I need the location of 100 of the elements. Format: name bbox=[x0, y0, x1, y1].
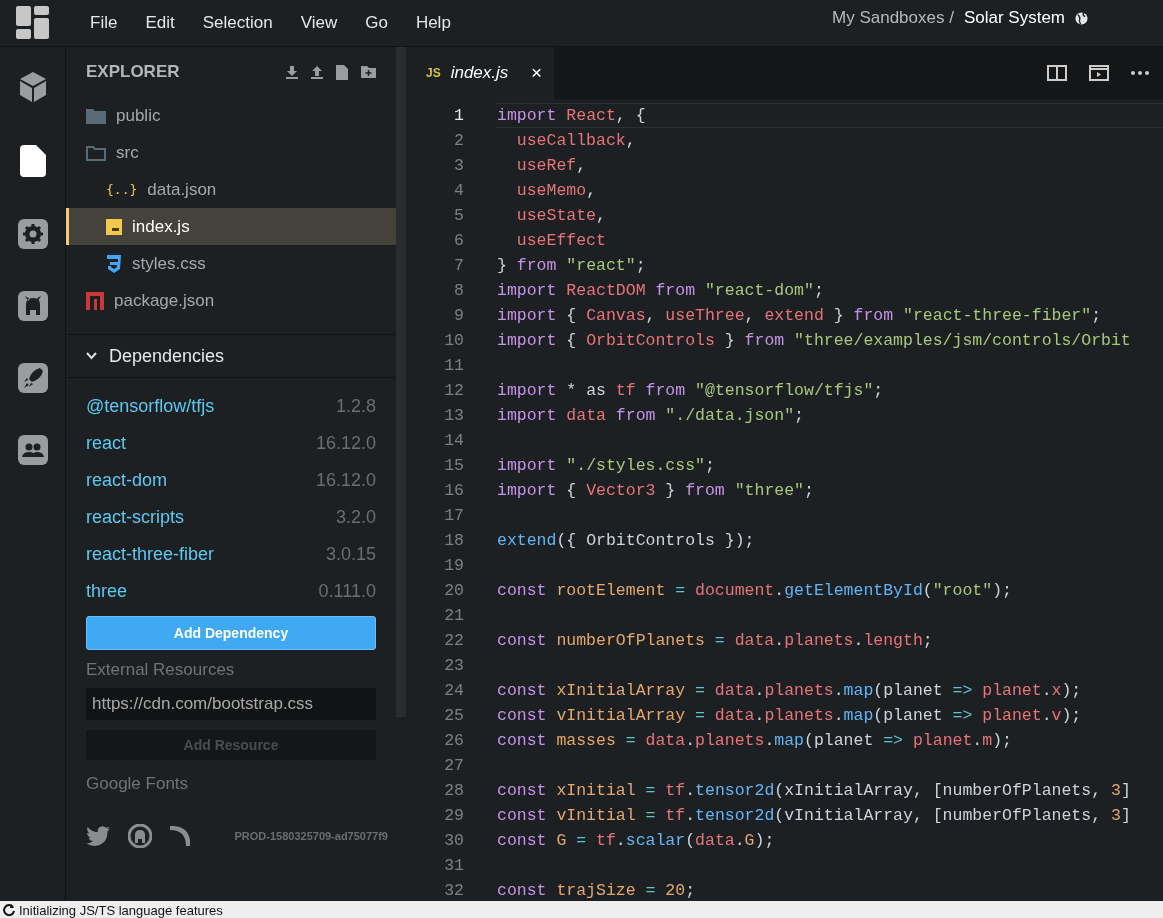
line-number: 10 bbox=[443, 329, 464, 352]
line-number: 22 bbox=[443, 629, 464, 652]
code-line: const vInitial = tf.tensor2d(vInitialArray, [numberOfPlanets, 3] bbox=[497, 804, 1132, 827]
people-icon[interactable] bbox=[17, 435, 48, 465]
line-number: 20 bbox=[443, 579, 464, 602]
code-line: import ReactDOM from "react-dom"; bbox=[497, 279, 825, 302]
line-number: 28 bbox=[443, 779, 464, 802]
line-number: 19 bbox=[443, 554, 464, 577]
editor-tab[interactable]: JS index.js × bbox=[406, 47, 554, 99]
code-line: useCallback, bbox=[515, 129, 637, 152]
line-number: 6 bbox=[453, 229, 464, 252]
line-number: 27 bbox=[443, 754, 464, 777]
file-tree-item[interactable]: public bbox=[66, 97, 396, 134]
line-number: 8 bbox=[453, 279, 464, 302]
file-tree-item[interactable]: package.json bbox=[66, 282, 396, 319]
line-number: 29 bbox=[443, 804, 464, 827]
line-number: 12 bbox=[443, 379, 464, 402]
file-tree-item[interactable]: styles.css bbox=[66, 245, 396, 282]
code-line: import { Canvas, useThree, extend } from "react-three-fiber"; bbox=[497, 304, 1103, 327]
split-view-icon[interactable] bbox=[1047, 64, 1067, 81]
version-label: PROD-1580325709-ad75077f9 bbox=[234, 830, 388, 842]
dependency-version: 1.2.8 bbox=[335, 396, 376, 417]
code-line: const xInitial = tf.tensor2d(xInitialArray, [numberOfPlanets, 3] bbox=[497, 779, 1132, 802]
css-file-icon bbox=[106, 254, 122, 273]
dependency-name[interactable]: three bbox=[86, 581, 128, 602]
dependency-name[interactable]: @tensorflow/tfjs bbox=[86, 396, 215, 417]
code-line: const trajSize = 20; bbox=[497, 879, 697, 901]
line-number: 15 bbox=[443, 454, 464, 477]
dependency-name[interactable]: react bbox=[86, 433, 127, 454]
code-line: const numberOfPlanets = data.planets.length; bbox=[497, 629, 934, 652]
panel-title: EXPLORER bbox=[86, 62, 180, 82]
breadcrumb-link[interactable]: My Sandboxes / bbox=[832, 8, 954, 28]
github-icon[interactable] bbox=[128, 824, 152, 848]
file-tree-item[interactable]: index.js bbox=[66, 208, 396, 245]
package-icon bbox=[86, 291, 104, 310]
menu-item[interactable]: Go bbox=[351, 13, 402, 33]
js-file-icon bbox=[106, 218, 122, 235]
cube-icon[interactable] bbox=[18, 71, 47, 103]
github-icon[interactable] bbox=[17, 291, 48, 321]
code-line: } from "react"; bbox=[497, 254, 647, 277]
rocket-icon[interactable] bbox=[17, 363, 48, 393]
dependency-version: 16.12.0 bbox=[315, 433, 376, 454]
menu-item[interactable]: File bbox=[76, 13, 132, 33]
code-line: useEffect bbox=[515, 229, 607, 252]
new-file-icon[interactable] bbox=[336, 64, 348, 80]
code-line: import data from "./data.json"; bbox=[497, 404, 805, 427]
menu-item[interactable]: Selection bbox=[188, 13, 287, 33]
line-number: 1 bbox=[453, 104, 464, 127]
chevron-icon bbox=[86, 352, 97, 360]
file-tree-item[interactable]: src bbox=[66, 134, 396, 171]
code-line: const xInitialArray = data.planets.map(planet => planet.x); bbox=[497, 679, 1083, 702]
more-icon[interactable] bbox=[1131, 70, 1149, 75]
dependency-version: 0.111.0 bbox=[318, 581, 376, 602]
code-line: useState, bbox=[515, 204, 607, 227]
twitter-icon[interactable] bbox=[86, 826, 110, 846]
code-line: import { OrbitControls } from "three/examples/jsm/controls/Orbit bbox=[497, 329, 1132, 352]
line-number: 14 bbox=[443, 429, 464, 452]
dependencies-header[interactable]: Dependencies bbox=[66, 334, 396, 378]
line-number: 11 bbox=[443, 354, 464, 377]
line-number: 2 bbox=[453, 129, 464, 152]
line-number: 9 bbox=[453, 304, 464, 327]
section-label: External Resources bbox=[86, 660, 236, 680]
line-number: 17 bbox=[443, 504, 464, 527]
dependency-version: 16.12.0 bbox=[315, 470, 376, 491]
upload-icon[interactable] bbox=[311, 65, 323, 79]
line-number: 3 bbox=[453, 154, 464, 177]
file-icon[interactable] bbox=[19, 145, 46, 177]
resource-url-field[interactable]: https://cdn.com/bootstrap.css bbox=[86, 688, 376, 720]
folder-icon bbox=[86, 107, 106, 124]
file-tree-item[interactable]: {..} data.json bbox=[66, 171, 396, 208]
dependency-name[interactable]: react-scripts bbox=[86, 507, 184, 528]
menu-item[interactable]: Edit bbox=[131, 13, 189, 33]
scrollbar[interactable] bbox=[396, 47, 406, 717]
line-number: 5 bbox=[453, 204, 464, 227]
settings-icon[interactable] bbox=[17, 219, 48, 249]
line-number: 24 bbox=[443, 679, 464, 702]
line-number: 30 bbox=[443, 829, 464, 852]
new-folder-icon[interactable] bbox=[361, 66, 376, 78]
folder-icon bbox=[86, 144, 106, 161]
code-line: const G = tf.scalar(data.G); bbox=[497, 829, 776, 852]
code-line: const vInitialArray = data.planets.map(planet => planet.v); bbox=[497, 704, 1083, 727]
code-line: import "./styles.css"; bbox=[497, 454, 716, 477]
status-text: Initializing JS/TS language features bbox=[19, 902, 223, 918]
menu-item[interactable]: Help bbox=[401, 13, 465, 33]
braces-icon: {..} bbox=[106, 182, 138, 197]
code-line: extend({ OrbitControls }); bbox=[497, 529, 756, 552]
globe-icon bbox=[1075, 11, 1088, 25]
menu-item[interactable]: View bbox=[286, 13, 352, 33]
line-number: 21 bbox=[443, 604, 464, 627]
line-number: 18 bbox=[443, 529, 464, 552]
dependency-name[interactable]: react-dom bbox=[86, 470, 168, 491]
logo-icon[interactable] bbox=[16, 6, 50, 40]
code-line: import { Vector3 } from "three"; bbox=[497, 479, 815, 502]
code-line: import React, { bbox=[497, 102, 1163, 128]
dependency-name[interactable]: react-three-fiber bbox=[86, 544, 215, 565]
code-line: const rootElement = document.getElementById("root"); bbox=[497, 579, 1013, 602]
download-icon[interactable] bbox=[286, 65, 298, 79]
code-line: useRef, bbox=[515, 154, 588, 177]
preview-icon[interactable] bbox=[1089, 64, 1109, 81]
code-line: const masses = data.planets.map(planet => planet.m); bbox=[497, 729, 1013, 752]
